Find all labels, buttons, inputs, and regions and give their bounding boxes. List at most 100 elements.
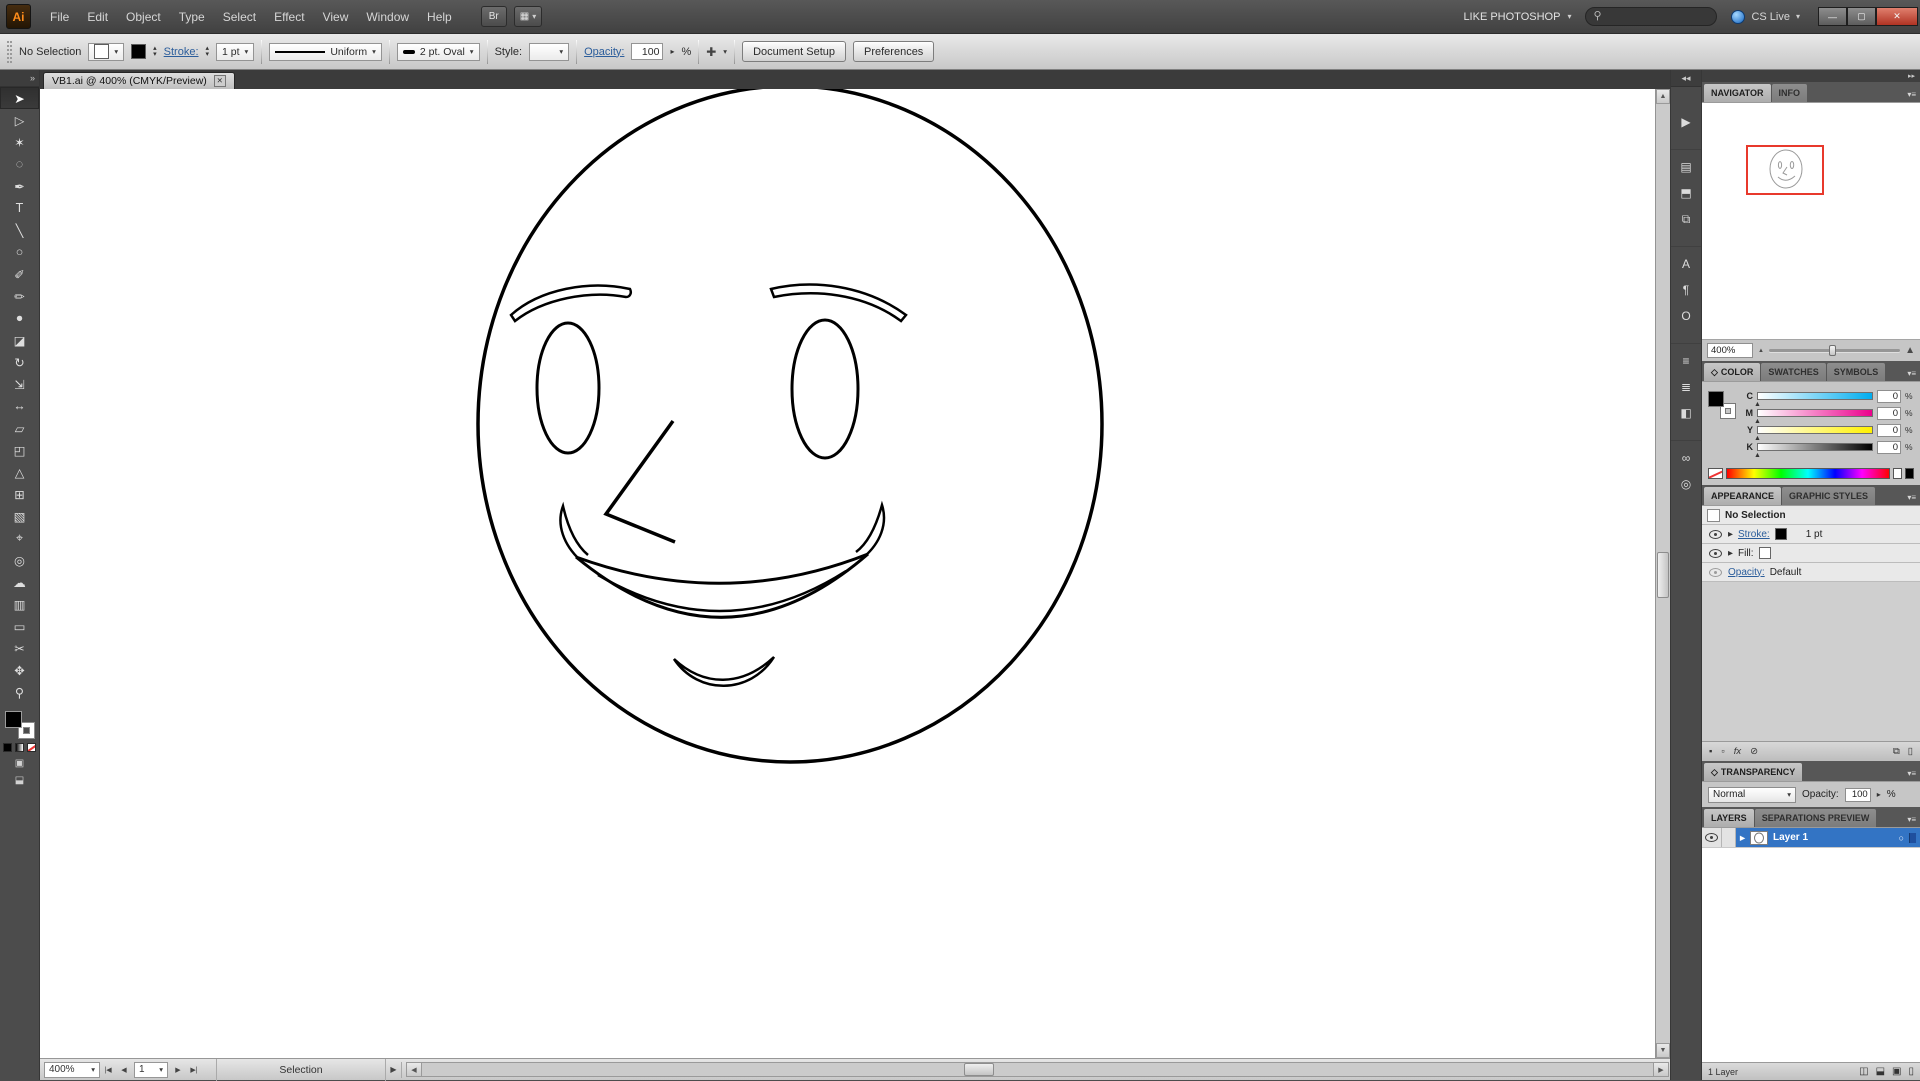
visibility-eye-icon[interactable] — [1709, 549, 1722, 558]
next-artboard-button[interactable]: ▶ — [170, 1062, 186, 1078]
slider-thumb-icon[interactable]: ▲ — [1754, 401, 1761, 408]
layer-visibility-toggle[interactable] — [1702, 828, 1722, 847]
add-new-effect-icon[interactable]: fx — [1734, 746, 1741, 757]
tools-panel-expand[interactable]: » — [0, 70, 39, 87]
slider-thumb-icon[interactable]: ▲ — [1754, 452, 1761, 459]
yellow-slider[interactable]: ▲ — [1757, 426, 1873, 434]
panel-menu-icon[interactable]: ▾≡ — [1907, 815, 1920, 827]
scroll-up-button[interactable]: ▲ — [1656, 89, 1670, 104]
dock-collapse-bar[interactable]: ▸▸ — [1702, 70, 1920, 82]
layer-target-icon[interactable]: ○ — [1899, 833, 1904, 843]
blob-brush-tool[interactable]: ● — [0, 307, 39, 329]
line-segment-tool[interactable]: ╲ — [0, 219, 39, 241]
gradient-tool[interactable]: ▧ — [0, 505, 39, 527]
zoom-level-dropdown[interactable]: 400% ▾ — [44, 1062, 100, 1078]
menu-type[interactable]: Type — [170, 0, 214, 34]
search-input[interactable] — [1607, 11, 1710, 22]
eraser-tool[interactable]: ◪ — [0, 329, 39, 351]
create-new-layer-icon[interactable]: ▣ — [1892, 1066, 1901, 1077]
stroke-color-swatch[interactable] — [131, 44, 146, 59]
tab-symbols[interactable]: SYMBOLS — [1827, 363, 1886, 381]
artboards-panel-icon[interactable]: ▤ — [1671, 154, 1701, 180]
tab-color[interactable]: ◇ COLOR — [1704, 363, 1760, 381]
screen-mode-button[interactable]: ⬓ — [0, 772, 39, 789]
controlbar-grip[interactable] — [7, 41, 12, 63]
maximize-button[interactable]: ▢ — [1847, 7, 1876, 26]
style-dropdown[interactable]: ▾ — [529, 43, 569, 61]
scroll-right-button[interactable]: ▶ — [1653, 1063, 1668, 1076]
workspace-switcher[interactable]: LIKE PHOTOSHOP ▾ — [1463, 11, 1571, 23]
scroll-down-button[interactable]: ▼ — [1656, 1043, 1670, 1058]
document-setup-button[interactable]: Document Setup — [742, 41, 846, 62]
layer-row[interactable]: ▶ Layer 1 ○ — [1702, 828, 1920, 848]
document-tab[interactable]: VB1.ai @ 400% (CMYK/Preview) ✕ — [43, 72, 235, 89]
fill-stroke-proxy[interactable] — [5, 711, 35, 739]
free-transform-tool[interactable]: ▱ — [0, 417, 39, 439]
icon-dock-collapse[interactable]: ◂◂ — [1671, 70, 1701, 87]
layer-lock-column[interactable] — [1722, 828, 1736, 847]
preferences-button[interactable]: Preferences — [853, 41, 934, 62]
clear-appearance-icon[interactable]: ⊘ — [1750, 746, 1758, 757]
none-mode-button[interactable] — [27, 743, 36, 752]
search-box[interactable]: ⚲ — [1585, 7, 1717, 26]
first-artboard-button[interactable]: |◀ — [100, 1062, 116, 1078]
black-swatch[interactable] — [1905, 468, 1914, 479]
horizontal-scroll-thumb[interactable] — [964, 1063, 994, 1076]
tab-separations-preview[interactable]: SEPARATIONS PREVIEW — [1755, 809, 1877, 827]
menu-effect[interactable]: Effect — [265, 0, 313, 34]
create-sublayer-icon[interactable]: ⬓ — [1876, 1066, 1885, 1077]
symbol-sprayer-tool[interactable]: ☁ — [0, 571, 39, 593]
pencil-tool[interactable]: ✏ — [0, 285, 39, 307]
fill-proxy-swatch[interactable] — [1708, 391, 1724, 407]
artboard-canvas[interactable] — [40, 89, 1655, 1058]
mesh-tool[interactable]: ⊞ — [0, 483, 39, 505]
pen-tool[interactable]: ✒ — [0, 175, 39, 197]
navigator-preview[interactable] — [1702, 103, 1920, 339]
paintbrush-tool[interactable]: ✐ — [0, 263, 39, 285]
fill-color-dropdown[interactable]: ▾ — [88, 43, 124, 61]
status-menu-button[interactable]: ▶ — [386, 1062, 402, 1078]
stroke-panel-icon[interactable]: ≡ — [1671, 348, 1701, 374]
visibility-eye-icon[interactable] — [1709, 530, 1722, 539]
type-tool[interactable]: T — [0, 197, 39, 219]
none-swatch[interactable] — [1708, 468, 1723, 479]
close-button[interactable]: ✕ — [1876, 7, 1918, 26]
close-icon[interactable]: ✕ — [214, 75, 226, 87]
horizontal-scroll-track[interactable] — [422, 1063, 1653, 1076]
layer-name[interactable]: Layer 1 — [1773, 832, 1808, 843]
duplicate-item-icon[interactable]: ⧉ — [1893, 746, 1900, 757]
menu-edit[interactable]: Edit — [78, 0, 117, 34]
make-clipping-mask-icon[interactable]: ◫ — [1859, 1066, 1868, 1077]
appearance-fill-row[interactable]: ▶ Fill: — [1702, 544, 1920, 563]
color-mode-button[interactable] — [3, 743, 12, 752]
menu-file[interactable]: File — [41, 0, 78, 34]
magenta-slider[interactable]: ▲ — [1757, 409, 1873, 417]
vertical-scroll-track[interactable] — [1656, 104, 1670, 1043]
yellow-value-input[interactable]: 0 — [1877, 424, 1901, 437]
color-fill-stroke-proxy[interactable] — [1708, 391, 1736, 419]
opentype-panel-icon[interactable]: O — [1671, 303, 1701, 329]
tab-navigator[interactable]: NAVIGATOR — [1704, 84, 1771, 102]
cyan-slider[interactable]: ▲ — [1757, 392, 1873, 400]
blend-mode-dropdown[interactable]: Normal ▾ — [1708, 787, 1796, 803]
stroke-attribute-link[interactable]: Stroke: — [1738, 529, 1770, 540]
slice-tool[interactable]: ✂ — [0, 637, 39, 659]
delete-layer-icon[interactable]: ▯ — [1908, 1066, 1914, 1077]
vertical-scroll-thumb[interactable] — [1657, 552, 1669, 598]
tab-info[interactable]: INFO — [1772, 84, 1808, 102]
eyedropper-tool[interactable]: ⌖ — [0, 527, 39, 549]
menu-view[interactable]: View — [314, 0, 358, 34]
gradient-mode-button[interactable] — [15, 743, 24, 752]
artwork-smiley-face[interactable] — [40, 89, 1655, 1058]
navigator-zoom-slider-thumb[interactable] — [1829, 345, 1836, 356]
black-value-input[interactable]: 0 — [1877, 441, 1901, 454]
appearance-opacity-row[interactable]: Opacity: Default — [1702, 563, 1920, 582]
character-panel-icon[interactable]: A — [1671, 251, 1701, 277]
layer-row-selected[interactable]: ▶ Layer 1 ○ — [1736, 828, 1920, 847]
links-panel-icon[interactable]: ∞ — [1671, 445, 1701, 471]
blend-tool[interactable]: ◎ — [0, 549, 39, 571]
vertical-scrollbar[interactable]: ▲ ▼ — [1655, 89, 1670, 1058]
selection-tool[interactable]: ➤ — [0, 87, 39, 109]
tab-swatches[interactable]: SWATCHES — [1761, 363, 1825, 381]
tab-appearance[interactable]: APPEARANCE — [1704, 487, 1781, 505]
